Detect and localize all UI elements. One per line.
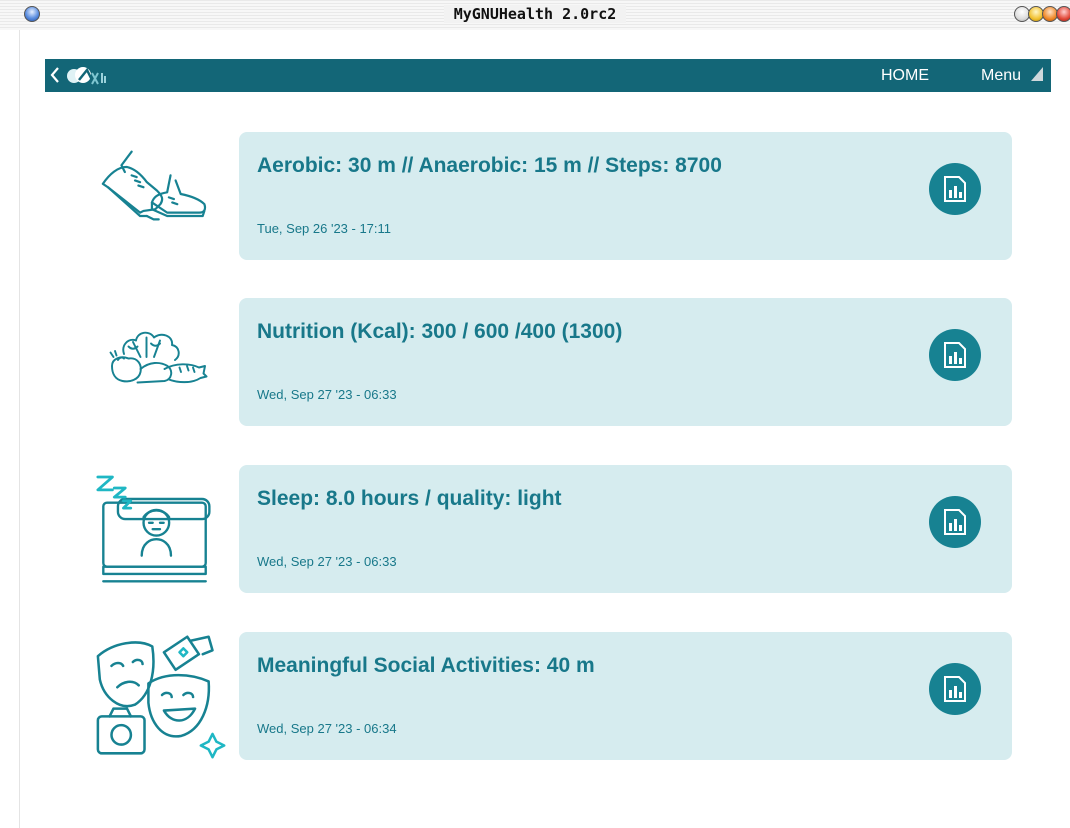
bar-chart-document-icon <box>944 509 966 535</box>
bar-chart-document-icon <box>944 342 966 368</box>
entry-headline: Aerobic: 30 m // Anaerobic: 15 m // Step… <box>257 154 722 177</box>
nutrition-entry: Nutrition (Kcal): 300 / 600 /400 (1300) … <box>0 298 1070 426</box>
entry-headline: Meaningful Social Activities: 40 m <box>257 654 595 677</box>
window-title: MyGNUHealth 2.0rc2 <box>0 5 1070 23</box>
bar-chart-document-icon <box>944 676 966 702</box>
activity-entry: Aerobic: 30 m // Anaerobic: 15 m // Step… <box>0 132 1070 260</box>
sleep-entry: Sleep: 8.0 hours / quality: light Wed, S… <box>0 465 1070 593</box>
window-close-button[interactable] <box>1056 6 1070 22</box>
menu-button[interactable]: Menu <box>981 67 1021 85</box>
entry-timestamp: Wed, Sep 27 '23 - 06:34 <box>257 721 397 736</box>
social-activity-card[interactable]: Meaningful Social Activities: 40 m Wed, … <box>239 632 1012 760</box>
view-chart-button[interactable] <box>929 663 981 715</box>
entry-timestamp: Wed, Sep 27 '23 - 06:33 <box>257 554 397 569</box>
activity-card[interactable]: Aerobic: 30 m // Anaerobic: 15 m // Step… <box>239 132 1012 260</box>
entry-headline: Nutrition (Kcal): 300 / 600 /400 (1300) <box>257 320 623 343</box>
sleeping-person-icon <box>96 475 211 583</box>
app-header-bar: HOME Menu <box>45 59 1051 92</box>
nutrition-card[interactable]: Nutrition (Kcal): 300 / 600 /400 (1300) … <box>239 298 1012 426</box>
bar-chart-document-icon <box>944 176 966 202</box>
sleep-card[interactable]: Sleep: 8.0 hours / quality: light Wed, S… <box>239 465 1012 593</box>
back-chevron-icon[interactable] <box>48 64 62 86</box>
view-chart-button[interactable] <box>929 329 981 381</box>
theater-masks-icon <box>96 635 226 759</box>
vegetables-icon <box>109 331 208 384</box>
gnuhealth-logo-icon <box>67 67 106 85</box>
sneaker-icon <box>101 150 207 221</box>
entry-timestamp: Wed, Sep 27 '23 - 06:33 <box>257 387 397 402</box>
social-activity-entry: Meaningful Social Activities: 40 m Wed, … <box>0 632 1070 760</box>
menu-corner-triangle-icon[interactable] <box>1031 67 1043 81</box>
view-chart-button[interactable] <box>929 496 981 548</box>
home-link[interactable]: HOME <box>881 67 929 85</box>
entry-timestamp: Tue, Sep 26 '23 - 17:11 <box>257 221 392 236</box>
entry-headline: Sleep: 8.0 hours / quality: light <box>257 487 562 510</box>
view-chart-button[interactable] <box>929 163 981 215</box>
window-titlebar[interactable]: MyGNUHealth 2.0rc2 <box>0 0 1070 30</box>
